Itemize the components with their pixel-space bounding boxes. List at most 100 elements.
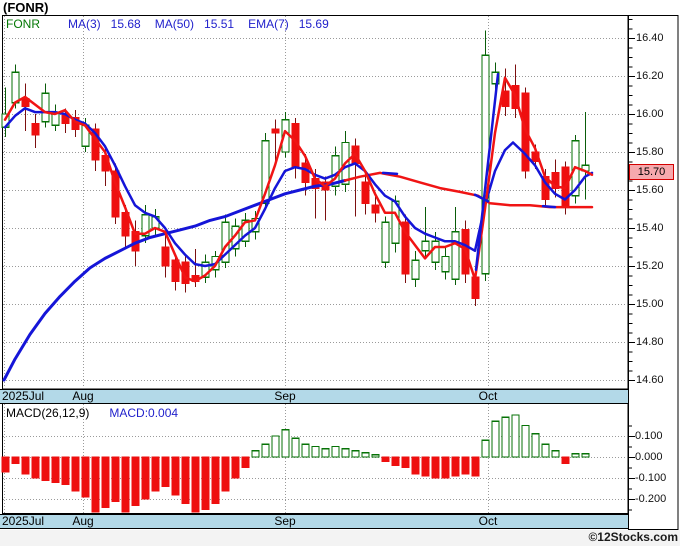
candle-body — [301, 162, 310, 184]
macd-axis-label: -0.200 — [635, 493, 667, 505]
macd-bar-down — [191, 456, 200, 513]
month-label: Aug — [72, 514, 94, 528]
macd-legend: MACD(26,12,9) MACD:0.004 — [6, 406, 178, 420]
ema7-value: 15.69 — [298, 17, 329, 31]
macd-bar-up — [341, 447, 350, 458]
macd-bar-down — [71, 456, 80, 492]
macd-bar-down — [381, 456, 390, 462]
macd-bar-down — [121, 456, 130, 513]
macd-bar-down — [241, 456, 250, 469]
macd-bar-down — [151, 456, 160, 492]
macd-bar-down — [211, 456, 220, 504]
candle-body — [161, 246, 170, 267]
ma50-dash-1-line — [381, 171, 399, 176]
macd-bar-up — [541, 443, 550, 458]
month-label: Aug — [72, 389, 94, 403]
month-label: Oct — [478, 389, 498, 403]
macd-bar-down — [31, 456, 40, 479]
ticker-symbol: FONR — [6, 17, 40, 31]
macd-bar-down — [561, 456, 570, 464]
macd-bar-down — [11, 456, 20, 464]
macd-bar-up — [271, 435, 280, 458]
macd-bar-down — [441, 456, 450, 479]
macd-bar-down — [1, 456, 10, 473]
macd-bar-down — [451, 456, 460, 477]
candle-body — [11, 71, 20, 104]
macd-params-label: MACD(26,12,9) — [6, 406, 90, 420]
ema7-label: EMA(7) — [248, 17, 289, 31]
candle-body — [371, 204, 380, 214]
macd-bar-down — [41, 456, 50, 481]
price-axis-label: 14.60 — [636, 374, 664, 386]
price-axis-label: 16.00 — [636, 108, 664, 120]
macd-bar-down — [161, 456, 170, 488]
macd-bar-up — [251, 450, 260, 458]
macd-bar-up — [371, 454, 380, 458]
macd-bar-up — [331, 445, 340, 458]
stock-chart-page: (FONR) FONR MA(3) 15.68 MA(50) 15.51 EMA(7) 15… — [0, 0, 680, 546]
macd-bar-down — [201, 456, 210, 511]
candle-body — [471, 276, 480, 299]
ma50-dash-3-line — [541, 204, 557, 209]
price-axis-label: 16.40 — [636, 32, 664, 44]
month-label: Oct — [478, 514, 498, 528]
macd-bar-up — [291, 437, 300, 458]
macd-bar-up — [311, 445, 320, 458]
indicator-legend: FONR MA(3) 15.68 MA(50) 15.51 EMA(7) 15.69 — [6, 17, 329, 31]
macd-bar-down — [81, 456, 90, 498]
price-axis-label: 15.60 — [636, 184, 664, 196]
macd-bar-down — [61, 456, 70, 485]
macd-bar-down — [101, 456, 110, 509]
macd-bar-down — [21, 456, 30, 475]
ma50-label: MA(50) — [154, 17, 195, 31]
macd-bar-up — [491, 420, 500, 458]
ma3-label: MA(3) — [68, 17, 101, 31]
month-label: Sep — [274, 389, 296, 403]
price-axis-label: 14.80 — [636, 336, 664, 348]
macd-bar-down — [221, 456, 230, 492]
chart-canvas — [0, 15, 680, 546]
macd-bar-up — [521, 424, 530, 458]
candle-body — [271, 128, 280, 134]
month-label: 2025Jul — [2, 389, 45, 403]
macd-bar-down — [391, 456, 400, 467]
candle-body — [381, 221, 390, 263]
macd-bar-up — [531, 433, 540, 458]
macd-bar-up — [361, 452, 370, 458]
macd-axis-label: 0.000 — [635, 451, 663, 463]
page-title: (FONR) — [3, 0, 49, 15]
macd-bar-down — [401, 456, 410, 469]
macd-bar-down — [181, 456, 190, 504]
xaxis-band-main: 2025Jul Aug Sep Oct — [0, 389, 628, 404]
macd-bar-up — [571, 453, 580, 458]
macd-bar-down — [461, 456, 470, 475]
macd-bar-down — [131, 456, 140, 506]
price-axis-label: 15.40 — [636, 222, 664, 234]
price-axis-label: 15.20 — [636, 260, 664, 272]
candle-body — [41, 92, 50, 123]
macd-bar-up — [481, 439, 490, 458]
macd-bar-up — [301, 443, 310, 458]
macd-bar-down — [141, 456, 150, 500]
macd-axis-label: -0.100 — [635, 472, 667, 484]
macd-bar-up — [321, 447, 330, 458]
macd-bar-up — [281, 429, 290, 458]
price-axis-label: 15.00 — [636, 298, 664, 310]
macd-bar-up — [261, 443, 270, 458]
ma3-value: 15.68 — [110, 17, 141, 31]
macd-bar-down — [431, 456, 440, 479]
macd-bar-down — [471, 456, 480, 477]
macd-bar-down — [91, 456, 100, 513]
macd-bar-up — [511, 414, 520, 458]
macd-value-label: MACD:0.004 — [109, 406, 179, 420]
macd-bar-down — [51, 456, 60, 483]
last-price-badge: 15.70 — [629, 164, 674, 180]
macd-bar-down — [421, 456, 430, 477]
month-label: Sep — [274, 514, 296, 528]
month-label: 2025Jul — [2, 514, 45, 528]
macd-bar-down — [111, 456, 120, 502]
copyright-watermark: ©12Stocks.com — [588, 530, 678, 544]
price-axis-label: 16.20 — [636, 70, 664, 82]
macd-bar-down — [171, 456, 180, 496]
macd-bar-up — [581, 453, 590, 458]
